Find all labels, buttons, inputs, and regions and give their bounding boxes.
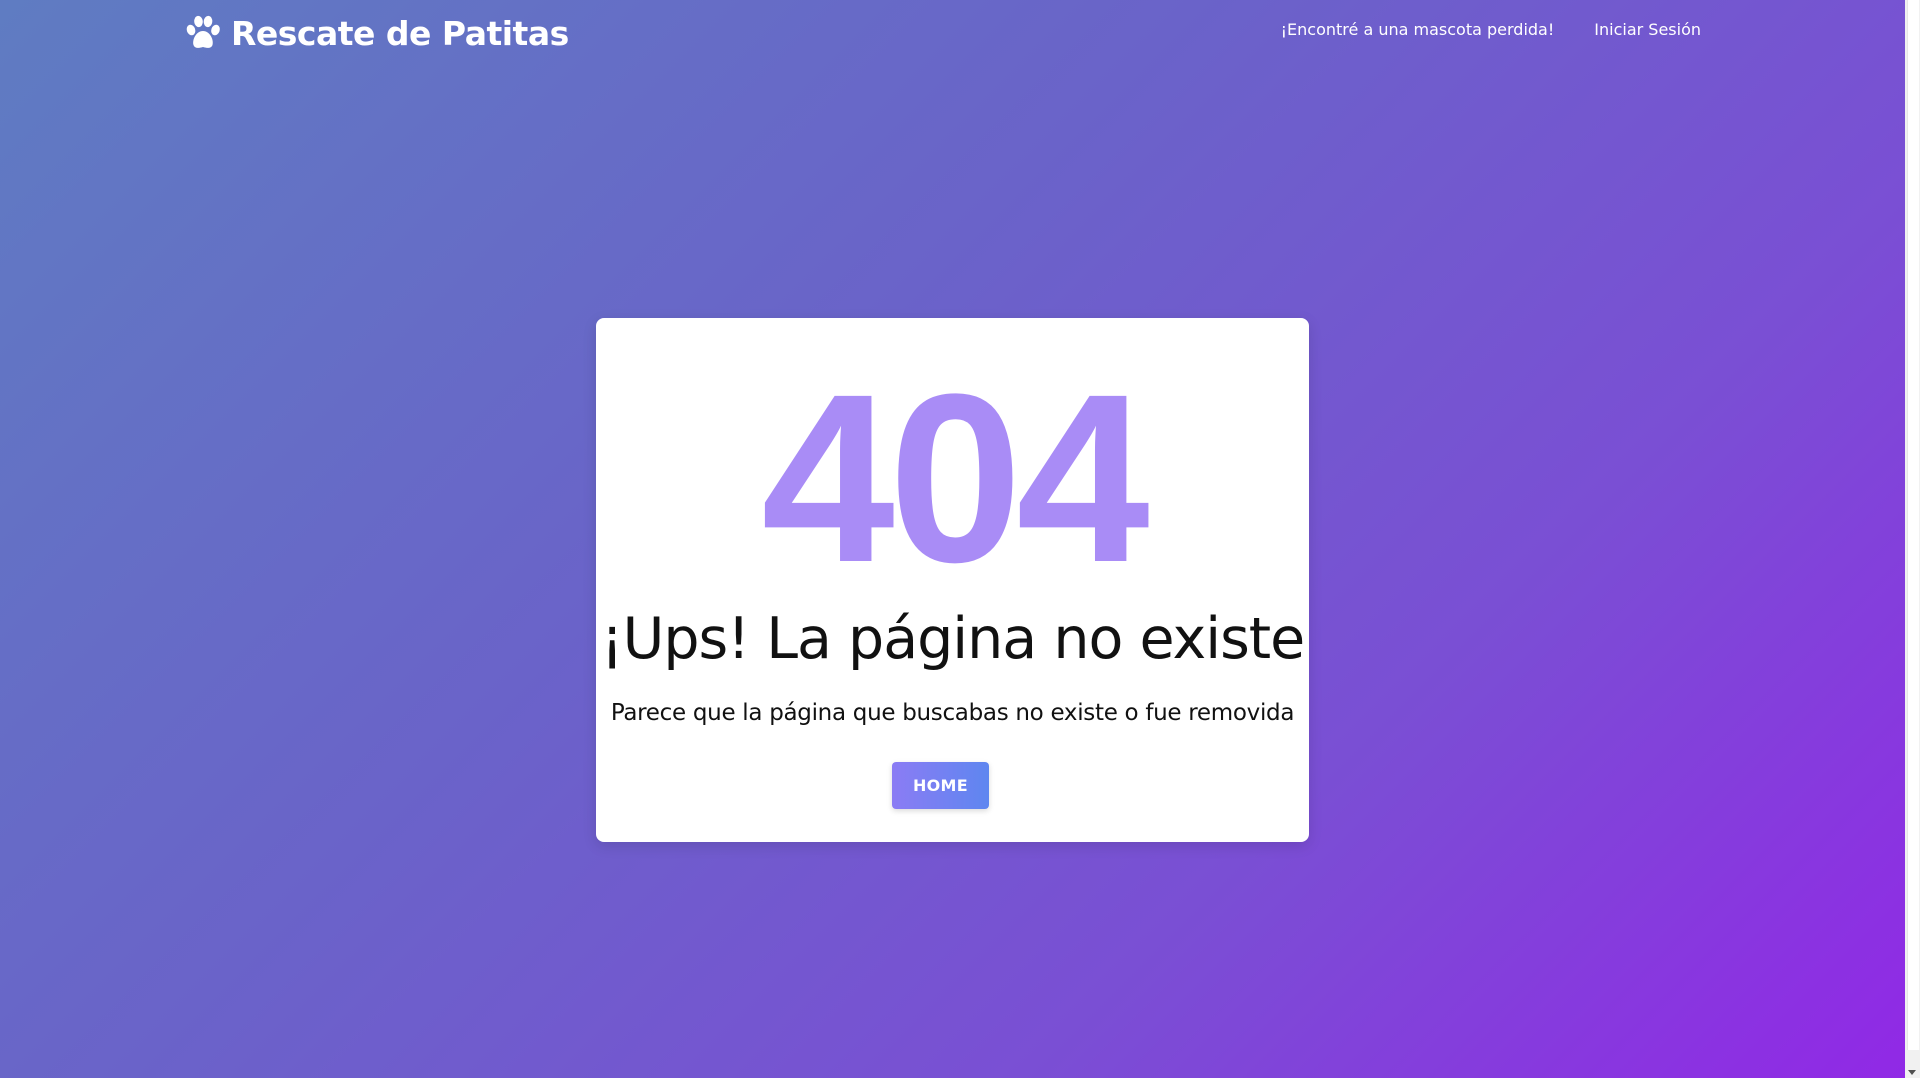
vertical-scrollbar[interactable] <box>1905 0 1920 1078</box>
navbar: Rescate de Patitas ¡Encontré a una masco… <box>0 0 1905 66</box>
error-title: ¡Ups! La página no existe <box>600 606 1305 672</box>
scroll-down-arrow-icon[interactable] <box>1908 1070 1916 1075</box>
brand-name: Rescate de Patitas <box>231 13 569 53</box>
scrollbar-thumb[interactable] <box>1907 0 1919 1050</box>
paw-icon <box>184 14 222 52</box>
nav-link-found-pet[interactable]: ¡Encontré a una mascota perdida! <box>1281 20 1555 39</box>
nav-link-login[interactable]: Iniciar Sesión <box>1594 20 1701 39</box>
nav-links: ¡Encontré a una mascota perdida! Iniciar… <box>1281 0 1701 58</box>
page: Rescate de Patitas ¡Encontré a una masco… <box>0 0 1905 1078</box>
brand-link[interactable]: Rescate de Patitas <box>184 10 569 56</box>
error-code: 404 <box>761 344 1149 612</box>
error-card: 404 ¡Ups! La página no existe Parece que… <box>596 318 1309 842</box>
home-button[interactable]: HOME <box>892 762 989 809</box>
error-description: Parece que la página que buscabas no exi… <box>610 700 1295 726</box>
